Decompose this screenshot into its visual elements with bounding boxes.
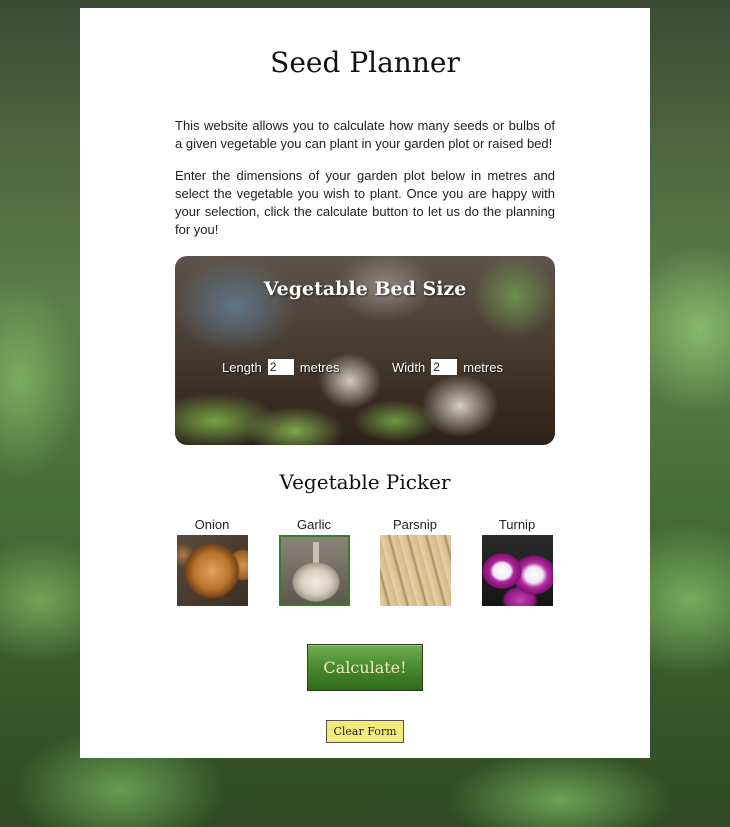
vegetable-label-turnip: Turnip <box>498 517 536 532</box>
vegetable-option-turnip[interactable]: Turnip <box>480 517 554 606</box>
width-input[interactable] <box>431 359 458 375</box>
garlic-photo-icon[interactable] <box>278 535 350 606</box>
length-group: Length metres <box>222 359 340 375</box>
length-unit-label: metres <box>299 359 340 375</box>
vegetable-label-onion: Onion <box>194 517 230 532</box>
vegetable-option-parsnip[interactable]: Parsnip <box>378 517 452 606</box>
bed-size-title: Vegetable Bed Size <box>263 278 467 300</box>
turnip-photo-icon[interactable] <box>481 535 553 606</box>
width-unit-label: metres <box>463 359 503 375</box>
vegetable-picker-title: Vegetable Picker <box>279 470 451 494</box>
main-panel: Seed Planner This website allows you to … <box>80 8 650 758</box>
intro-paragraph-1: This website allows you to calculate how… <box>175 118 555 151</box>
clear-form-button[interactable]: Clear Form <box>326 720 404 743</box>
length-input[interactable] <box>267 359 294 375</box>
vegetable-option-garlic[interactable]: Garlic <box>277 517 351 606</box>
page-title: Seed Planner <box>270 46 460 79</box>
parsnip-photo-icon[interactable] <box>379 535 451 606</box>
calculate-button[interactable]: Calculate! <box>307 644 423 691</box>
onion-photo-icon[interactable] <box>176 535 248 606</box>
vegetable-label-garlic: Garlic <box>297 517 331 532</box>
intro-paragraph-2: Enter the dimensions of your garden plot… <box>175 168 555 237</box>
width-label: Width <box>392 359 426 375</box>
vegetable-bed-size-section: Vegetable Bed Size Length metres Width m… <box>175 256 555 445</box>
length-label: Length <box>222 359 262 375</box>
width-group: Width metres <box>392 359 503 375</box>
vegetable-label-parsnip: Parsnip <box>392 517 438 532</box>
vegetable-option-onion[interactable]: Onion <box>175 517 249 606</box>
